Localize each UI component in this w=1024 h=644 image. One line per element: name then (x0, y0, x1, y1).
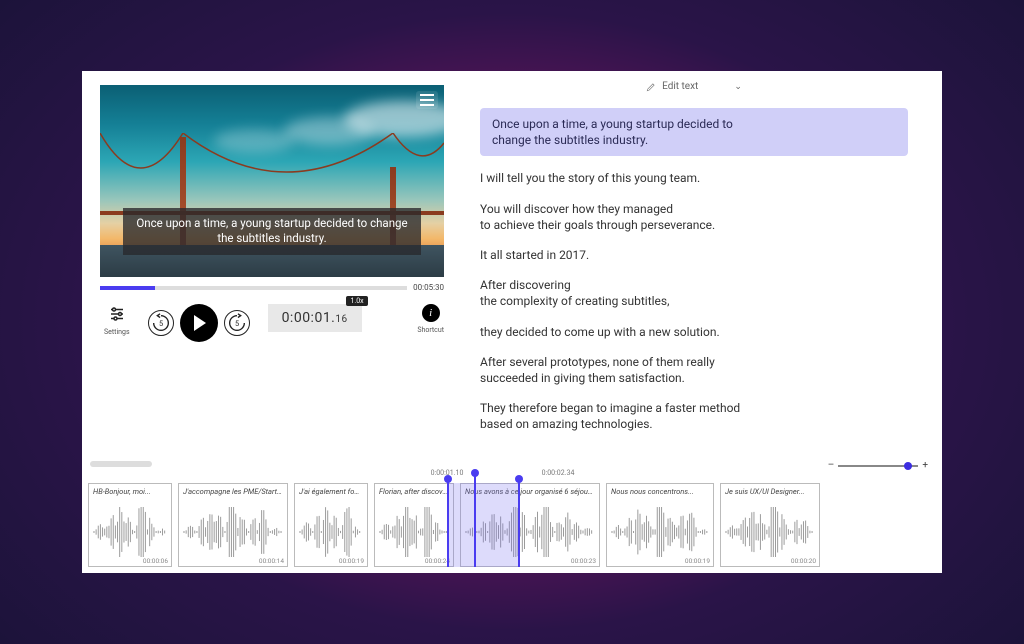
transcript-segment[interactable]: After several prototypes, none of them r… (480, 354, 908, 386)
timeline-selection[interactable] (447, 483, 518, 567)
transcript-segment[interactable]: You will discover how they managed to ac… (480, 201, 908, 233)
clip-end-time: 00:00:19 (685, 557, 710, 565)
transcript-segments: Once upon a time, a young startup decide… (480, 108, 908, 432)
video-menu-icon[interactable] (416, 91, 438, 109)
clip-title: J'accompagne les PME/Startups dans... (183, 487, 283, 496)
duration-label: 00:05:30 (413, 283, 444, 292)
clip-title: Florian, after discovering.. (379, 487, 449, 496)
transcript-panel: Edit text ⌄ Once upon a time, a young st… (462, 71, 942, 463)
svg-text:5: 5 (159, 319, 163, 328)
timeline-clip[interactable]: Nous nous concentrons... 00:00:19 (606, 483, 714, 567)
playback-speed-badge[interactable]: 1.0x (346, 296, 367, 306)
timeline-clip[interactable]: HB-Bonjour, moi... 00:00:06 (88, 483, 172, 567)
clip-end-time: 00:00:20 (791, 557, 816, 565)
top-area: Once upon a time, a young startup decide… (82, 71, 942, 463)
chevron-down-icon: ⌄ (734, 82, 742, 92)
clip-title: Je suis UX/UI Designer... (725, 487, 815, 496)
clip-end-time: 00:00:06 (143, 557, 168, 565)
play-button[interactable] (180, 304, 218, 342)
selection-handle[interactable] (518, 479, 520, 567)
app-window: Once upon a time, a young startup decide… (82, 71, 942, 573)
time-ruler: 0:00:01.100:00:02.34 (82, 469, 942, 481)
video-panel: Once upon a time, a young startup decide… (82, 71, 462, 463)
ruler-label: 0:00:02.34 (542, 469, 575, 477)
timecode-display: 0:00:01.16 1.0x (268, 304, 362, 332)
clip-title: J'ai également fondé... (299, 487, 363, 496)
transcript-segment[interactable]: Once upon a time, a young startup decide… (480, 108, 908, 156)
timeline-clip[interactable]: Je suis UX/UI Designer... 00:00:20 (720, 483, 820, 567)
playhead[interactable] (474, 473, 476, 567)
transcript-segment[interactable]: they decided to come up with a new solut… (480, 324, 908, 340)
clip-title: Nous nous concentrons... (611, 487, 709, 496)
video-caption: Once upon a time, a young startup decide… (123, 208, 421, 255)
sliders-icon (107, 304, 127, 324)
transcript-segment[interactable]: I will tell you the story of this young … (480, 170, 908, 186)
clip-end-time: 00:00:19 (339, 557, 364, 565)
clip-end-time: 00:00:23 (571, 557, 596, 565)
player-controls: Settings 5 5 0:00:01.16 1.0x i (100, 304, 444, 342)
selection-handle[interactable] (447, 479, 449, 567)
info-icon: i (422, 304, 440, 322)
transport-controls: 5 5 (148, 304, 250, 342)
timeline-clip[interactable]: Florian, after discovering..00:00:24 (374, 483, 454, 567)
video-preview[interactable]: Once upon a time, a young startup decide… (100, 85, 444, 277)
rewind-5-button[interactable]: 5 (148, 310, 174, 336)
pencil-icon (646, 82, 656, 92)
forward-5-button[interactable]: 5 (224, 310, 250, 336)
settings-button[interactable]: Settings (104, 304, 130, 336)
shortcut-button[interactable]: i Shortcut (417, 304, 444, 334)
transcript-segment[interactable]: They therefore began to imagine a faster… (480, 400, 908, 432)
timeline-clip[interactable]: J'ai également fondé... 00:00:19 (294, 483, 368, 567)
progress-bar[interactable]: 00:05:30 (100, 283, 444, 292)
transcript-segment[interactable]: After discovering the complexity of crea… (480, 277, 908, 309)
clip-title: HB-Bonjour, moi... (93, 487, 167, 496)
clip-end-time: 00:00:14 (259, 557, 284, 565)
timeline-clip[interactable]: J'accompagne les PME/Startups dans... 00:… (178, 483, 288, 567)
timeline-scrollbar[interactable] (90, 461, 152, 467)
timeline[interactable]: – + 0:00:01.100:00:02.34 HB-Bonjour, moi… (82, 463, 942, 573)
transcript-segment[interactable]: It all started in 2017. (480, 247, 908, 263)
svg-text:5: 5 (235, 319, 239, 328)
edit-text-dropdown[interactable]: Edit text ⌄ (646, 81, 742, 92)
